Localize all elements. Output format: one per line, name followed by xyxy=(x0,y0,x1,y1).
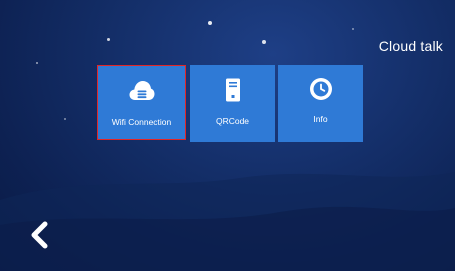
star xyxy=(208,21,212,25)
star xyxy=(262,40,266,44)
star xyxy=(64,118,66,120)
chevron-left-icon xyxy=(31,221,48,249)
star xyxy=(36,62,38,64)
page-title: Cloud talk xyxy=(378,38,443,54)
info-label: Info xyxy=(313,114,328,124)
qrcode-tile[interactable]: QRCode xyxy=(190,65,275,142)
back-button[interactable] xyxy=(27,220,51,250)
menu-tiles: Wifi Connection QRCode Info xyxy=(97,65,363,142)
cloud-talk-screen: Cloud talk Wifi Connection QRCode Info xyxy=(0,0,455,271)
star xyxy=(352,28,354,30)
qrcode-label: QRCode xyxy=(215,116,250,126)
star xyxy=(107,38,110,41)
cloud-icon xyxy=(128,77,156,105)
wifi-connection-tile[interactable]: Wifi Connection xyxy=(97,65,186,140)
info-tile[interactable]: Info xyxy=(278,65,363,142)
qrcode-device-icon xyxy=(219,76,247,104)
clock-info-icon xyxy=(307,75,335,103)
wifi-connection-label: Wifi Connection xyxy=(111,117,172,127)
